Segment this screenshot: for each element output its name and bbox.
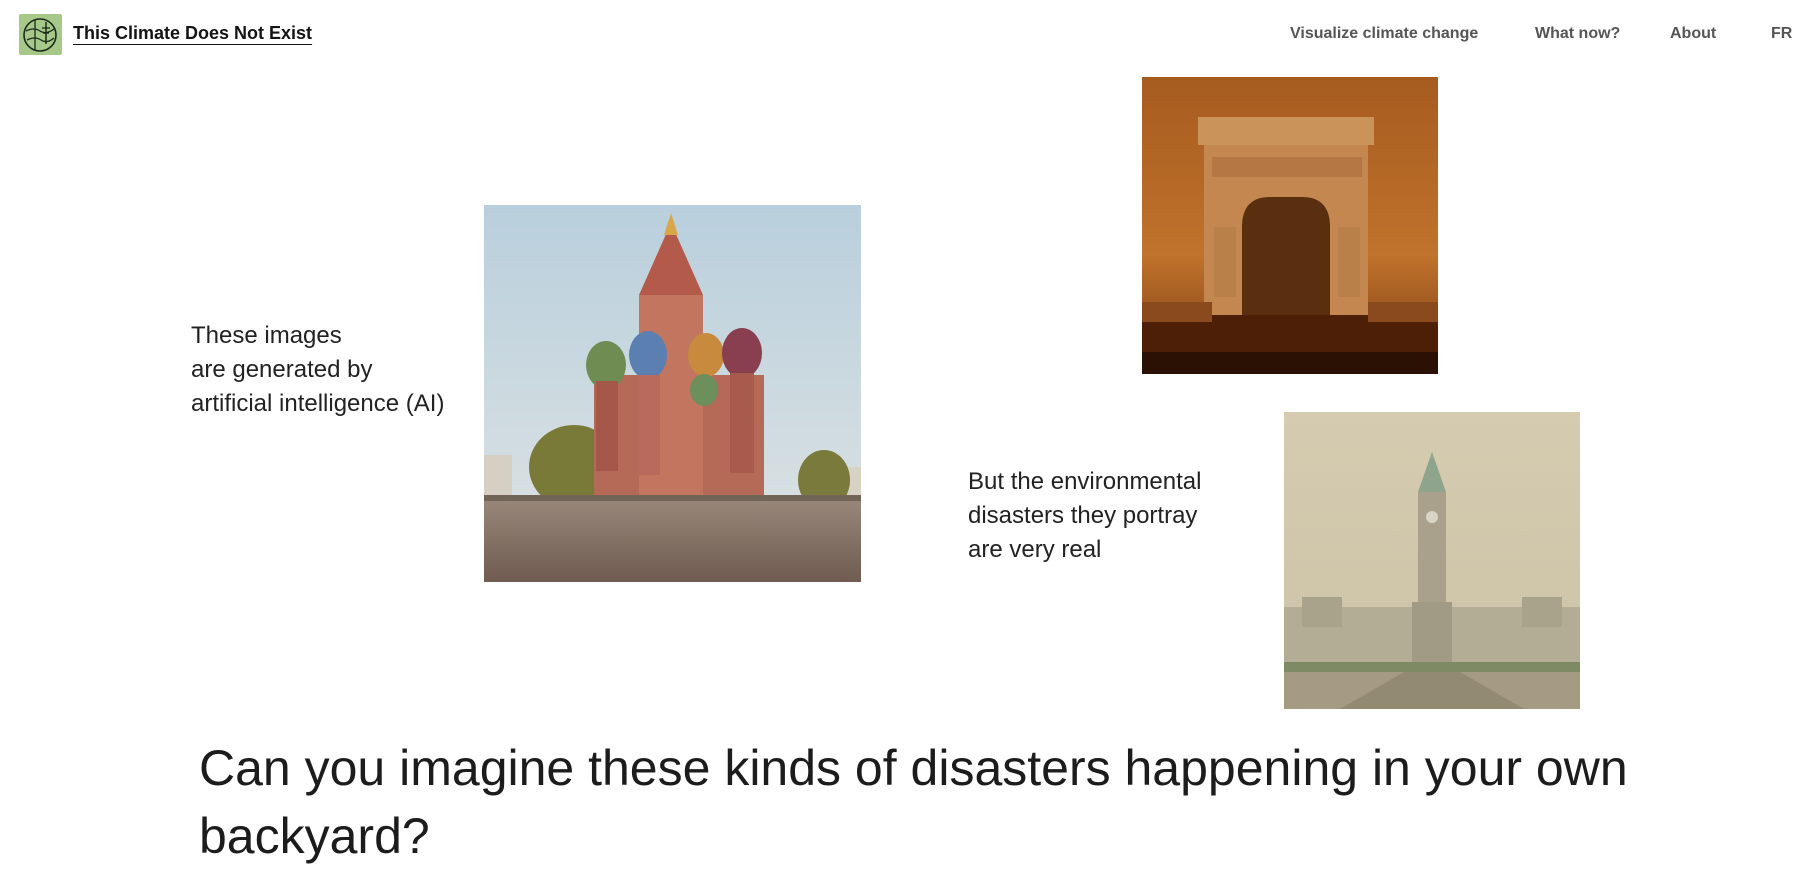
smoke-arch-image — [1142, 77, 1438, 374]
ai-caption: These images are generated by artificial… — [191, 319, 444, 421]
nav-visualize-climate-change[interactable]: Visualize climate change — [1290, 25, 1478, 43]
ai-caption-line: are generated by — [191, 356, 373, 383]
page: This Climate Does Not Exist Visualize cl… — [0, 0, 1810, 874]
smog-parliament-image — [1284, 412, 1580, 709]
disasters-caption-line: are very real — [968, 536, 1102, 563]
disasters-caption: But the environmental disasters they por… — [968, 465, 1201, 567]
nav-language-fr[interactable]: FR — [1771, 25, 1792, 43]
site-header: This Climate Does Not Exist Visualize cl… — [0, 0, 1810, 66]
nav-what-now[interactable]: What now? — [1535, 25, 1620, 43]
disasters-caption-line: But the environmental — [968, 468, 1202, 495]
ai-caption-line: artificial intelligence (AI) — [191, 390, 445, 417]
backyard-question-headline: Can you imagine these kinds of disasters… — [199, 740, 1628, 864]
climate-globe-logo-icon[interactable] — [19, 14, 62, 55]
nav-about[interactable]: About — [1670, 25, 1716, 43]
flooded-cathedral-image — [484, 205, 861, 582]
disasters-caption-line: disasters they portray — [968, 502, 1198, 529]
ai-caption-line: These images — [191, 322, 342, 349]
site-title-link[interactable]: This Climate Does Not Exist — [73, 23, 312, 44]
